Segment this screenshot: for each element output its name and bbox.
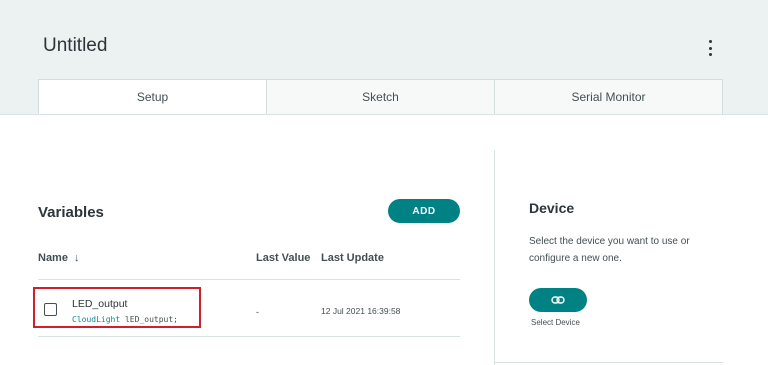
select-device-button[interactable]: [529, 288, 587, 312]
highlight-box: [33, 287, 201, 328]
table-divider: [38, 279, 460, 280]
kebab-dot: [708, 46, 712, 50]
device-description: Select the device you want to use or con…: [529, 236, 690, 264]
section-divider: [494, 150, 495, 365]
column-name-label: Name: [38, 252, 68, 264]
variable-last-update: 12 Jul 2021 16:39:58: [321, 306, 401, 316]
kebab-dot: [708, 53, 712, 56]
tab-serial-monitor[interactable]: Serial Monitor: [494, 80, 722, 114]
tab-sketch[interactable]: Sketch: [266, 80, 494, 114]
column-header-name[interactable]: Name ↓: [38, 252, 79, 264]
kebab-dot: [708, 40, 712, 43]
select-device-label[interactable]: Select Device: [531, 318, 580, 327]
tab-bar: Setup Sketch Serial Monitor: [38, 79, 723, 114]
table-divider: [38, 336, 460, 337]
page-title: Untitled: [43, 35, 108, 56]
column-header-last-value: Last Value: [256, 252, 311, 264]
kebab-menu-icon[interactable]: [704, 40, 716, 56]
device-title: Device: [529, 200, 575, 216]
column-header-last-update: Last Update: [321, 252, 384, 264]
device-divider: [494, 362, 723, 363]
variables-title: Variables: [38, 204, 104, 221]
add-variable-button[interactable]: ADD: [388, 199, 460, 223]
tab-setup[interactable]: Setup: [39, 80, 266, 114]
link-icon: [551, 296, 565, 304]
arrow-down-icon[interactable]: ↓: [74, 252, 80, 264]
variable-last-value: -: [256, 307, 259, 317]
